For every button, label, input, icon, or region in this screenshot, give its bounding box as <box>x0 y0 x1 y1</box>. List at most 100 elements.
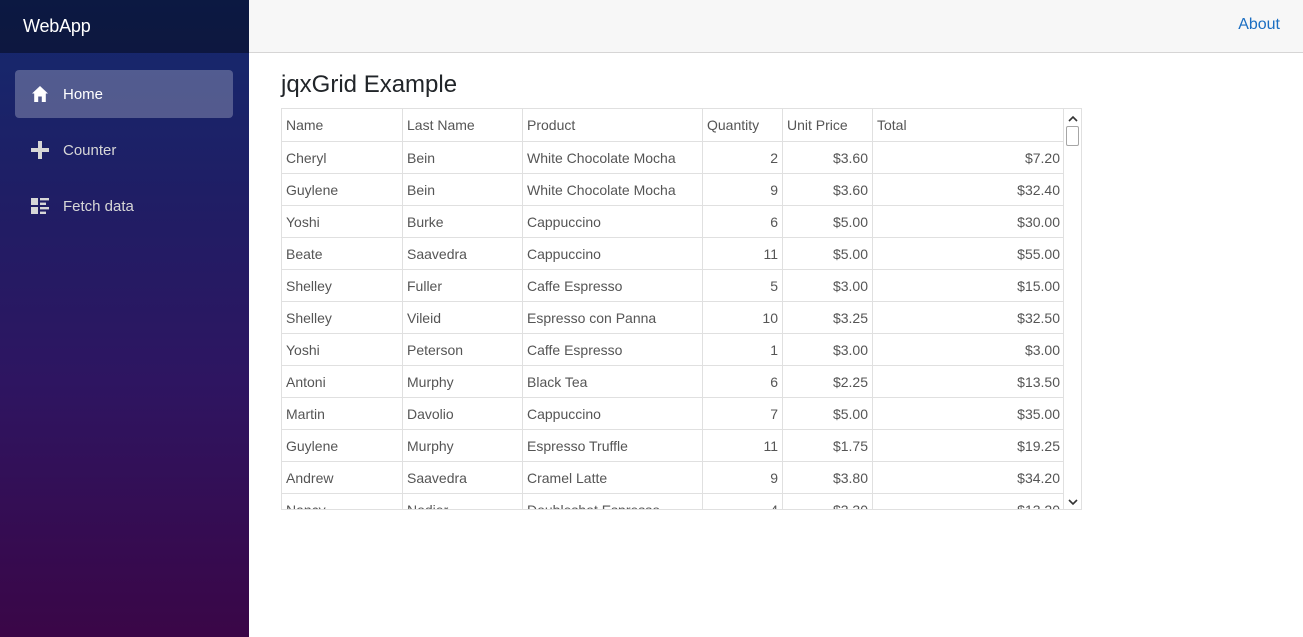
cell-name: Yoshi <box>282 206 403 237</box>
cell-unit-price: $3.60 <box>783 142 873 173</box>
cell-total: $55.00 <box>1017 245 1060 262</box>
sidebar: WebApp Home Counter Fetch data <box>0 0 249 637</box>
cell-product: Cappuccino <box>523 238 703 269</box>
column-header-last-name[interactable]: Last Name <box>403 109 523 141</box>
cell-product: Cappuccino <box>523 398 703 429</box>
cell-last-name: Vileid <box>403 302 523 333</box>
table-row[interactable]: Yoshi Peterson Caffe Espresso 1 $3.00 $3.00 <box>282 334 1064 366</box>
sidebar-item-label: Fetch data <box>63 197 134 215</box>
cell-name: Antoni <box>282 366 403 397</box>
chevron-up-icon <box>1067 109 1078 125</box>
column-header-name[interactable]: Name <box>282 109 403 141</box>
top-bar: About <box>249 0 1303 53</box>
cell-total: $32.50 <box>1017 309 1060 326</box>
cell-quantity: 1 <box>703 334 783 365</box>
table-row[interactable]: Shelley Fuller Caffe Espresso 5 $3.00 $15.00 <box>282 270 1064 302</box>
column-header-total[interactable]: Total <box>873 109 1064 141</box>
app-root: WebApp Home Counter Fetch data About jqx… <box>0 0 1303 637</box>
cell-last-name: Bein <box>403 174 523 205</box>
grid-body[interactable]: Cheryl Bein White Chocolate Mocha 2 $3.60 $7.… <box>282 142 1064 510</box>
scroll-down-button[interactable] <box>1064 493 1081 509</box>
cell-unit-price: $3.30 <box>783 494 873 509</box>
cell-quantity: 2 <box>703 142 783 173</box>
data-grid[interactable]: Name Last Name Product Quantity Unit Price To… <box>281 108 1082 510</box>
cell-name: Yoshi <box>282 334 403 365</box>
cell-product: Espresso Truffle <box>523 430 703 461</box>
cell-name: Guylene <box>282 174 403 205</box>
scrollbar-thumb[interactable] <box>1066 126 1079 146</box>
cell-name: Guylene <box>282 430 403 461</box>
cell-last-name: Nodier <box>403 494 523 509</box>
cell-unit-price: $3.00 <box>783 270 873 301</box>
plus-icon <box>30 140 50 160</box>
cell-unit-price: $5.00 <box>783 238 873 269</box>
cell-unit-price: $5.00 <box>783 206 873 237</box>
cell-product: Caffe Espresso <box>523 270 703 301</box>
cell-product: Cappuccino <box>523 206 703 237</box>
cell-product: Espresso con Panna <box>523 302 703 333</box>
vertical-scrollbar[interactable] <box>1063 109 1081 509</box>
table-row[interactable]: Antoni Murphy Black Tea 6 $2.25 $13.50 <box>282 366 1064 398</box>
cell-product: Doubleshot Espresso <box>523 494 703 509</box>
cell-quantity: 9 <box>703 462 783 493</box>
cell-name: Andrew <box>282 462 403 493</box>
table-row[interactable]: Andrew Saavedra Cramel Latte 9 $3.80 $34.20 <box>282 462 1064 494</box>
sidebar-item-fetch-data[interactable]: Fetch data <box>15 182 233 230</box>
sidebar-item-counter[interactable]: Counter <box>15 126 233 174</box>
cell-total: $34.20 <box>1017 469 1060 486</box>
column-header-product[interactable]: Product <box>523 109 703 141</box>
cell-unit-price: $3.80 <box>783 462 873 493</box>
table-row[interactable]: Beate Saavedra Cappuccino 11 $5.00 $55.00 <box>282 238 1064 270</box>
table-row[interactable]: Cheryl Bein White Chocolate Mocha 2 $3.60 $7.… <box>282 142 1064 174</box>
sidebar-item-label: Counter <box>63 141 117 159</box>
column-header-quantity[interactable]: Quantity <box>703 109 783 141</box>
cell-total: $13.20 <box>1017 501 1060 510</box>
cell-name: Shelley <box>282 302 403 333</box>
cell-quantity: 4 <box>703 494 783 509</box>
cell-unit-price: $5.00 <box>783 398 873 429</box>
cell-name: Shelley <box>282 270 403 301</box>
cell-product: Cramel Latte <box>523 462 703 493</box>
table-row[interactable]: Yoshi Burke Cappuccino 6 $5.00 $30.00 <box>282 206 1064 238</box>
chevron-down-icon <box>1067 493 1078 509</box>
cell-total: $15.00 <box>1017 277 1060 294</box>
cell-unit-price: $3.60 <box>783 174 873 205</box>
table-row[interactable]: Martin Davolio Cappuccino 7 $5.00 $35.00 <box>282 398 1064 430</box>
cell-last-name: Bein <box>403 142 523 173</box>
cell-unit-price: $3.00 <box>783 334 873 365</box>
sidebar-item-home[interactable]: Home <box>15 70 233 118</box>
cell-product: White Chocolate Mocha <box>523 174 703 205</box>
cell-last-name: Saavedra <box>403 238 523 269</box>
cell-quantity: 6 <box>703 366 783 397</box>
cell-unit-price: $1.75 <box>783 430 873 461</box>
home-icon <box>30 84 50 104</box>
brand-link[interactable]: WebApp <box>23 16 91 37</box>
table-row[interactable]: Guylene Bein White Chocolate Mocha 9 $3.60 $3… <box>282 174 1064 206</box>
cell-name: Beate <box>282 238 403 269</box>
cell-last-name: Burke <box>403 206 523 237</box>
cell-total: $3.00 <box>1024 341 1060 358</box>
cell-product: Black Tea <box>523 366 703 397</box>
cell-quantity: 11 <box>703 430 783 461</box>
sidebar-item-label: Home <box>63 85 104 103</box>
column-header-unit-price[interactable]: Unit Price <box>783 109 873 141</box>
cell-total: $30.00 <box>1017 213 1060 230</box>
brand-bar: WebApp <box>0 0 249 53</box>
table-row[interactable]: Guylene Murphy Espresso Truffle 11 $1.75 $19.… <box>282 430 1064 462</box>
about-link[interactable]: About <box>1238 16 1280 34</box>
cell-quantity: 9 <box>703 174 783 205</box>
cell-quantity: 7 <box>703 398 783 429</box>
table-row[interactable]: Nancy Nodier Doubleshot Espresso 4 $3.30 $13.… <box>282 494 1064 510</box>
cell-unit-price: $3.25 <box>783 302 873 333</box>
cell-total: $19.25 <box>1017 437 1060 454</box>
grid-header: Name Last Name Product Quantity Unit Price To… <box>282 109 1064 142</box>
cell-quantity: 5 <box>703 270 783 301</box>
table-row[interactable]: Shelley Vileid Espresso con Panna 10 $3.25 $3… <box>282 302 1064 334</box>
cell-total: $7.20 <box>1024 149 1060 166</box>
page-title: jqxGrid Example <box>281 71 458 98</box>
scroll-up-button[interactable] <box>1064 109 1081 125</box>
cell-quantity: 10 <box>703 302 783 333</box>
cell-name: Cheryl <box>282 142 403 173</box>
cell-last-name: Fuller <box>403 270 523 301</box>
cell-unit-price: $2.25 <box>783 366 873 397</box>
